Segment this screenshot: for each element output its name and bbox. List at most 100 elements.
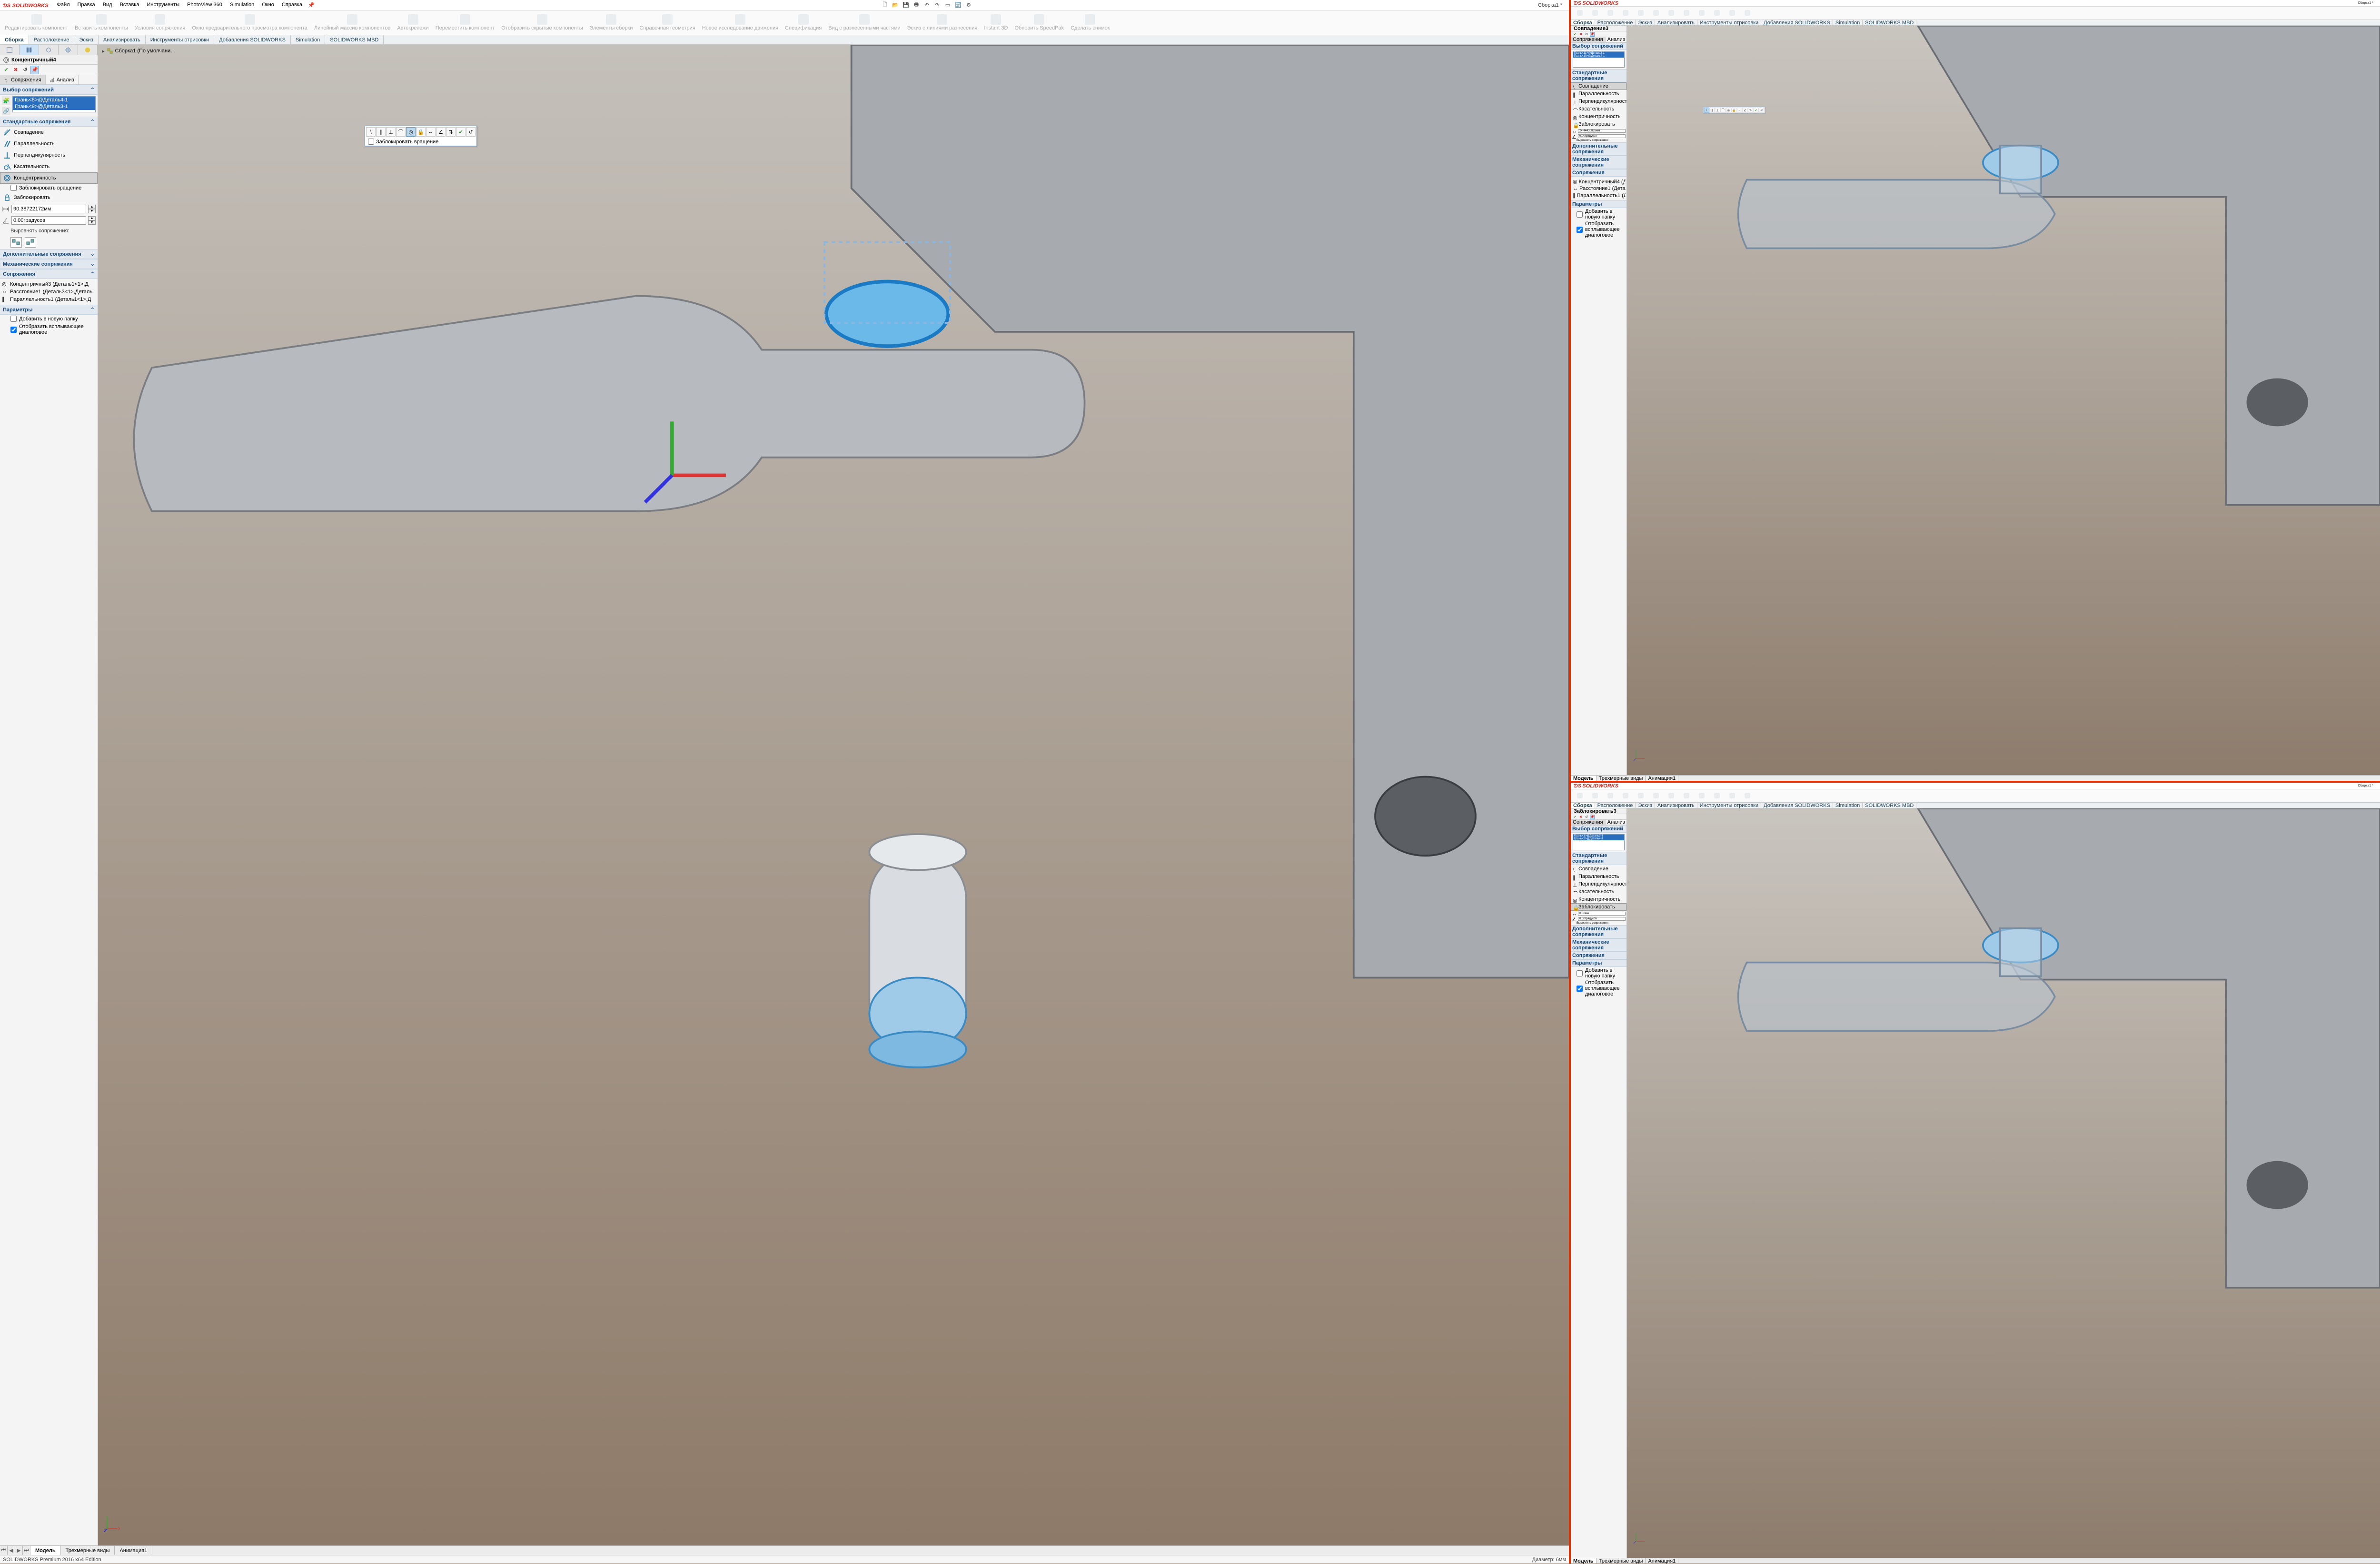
pushpin-button[interactable]: 📌 [30, 66, 39, 74]
sec-standard-mates[interactable]: Стандартные сопряжения⌃ [0, 117, 98, 127]
rb-speedpak[interactable]: Обновить SpeedPak [1012, 11, 1067, 34]
menu-file[interactable]: Файл [54, 1, 72, 10]
ok-button[interactable]: ✔ [2, 66, 10, 74]
sec-advanced-mates[interactable]: Дополнительные сопряжения⌄ [0, 249, 98, 259]
menu-simulation[interactable]: Simulation [227, 1, 257, 10]
distance-spinner[interactable]: ▲▼ [88, 205, 96, 213]
align-anti-button[interactable] [25, 237, 36, 248]
menu-window[interactable]: Окно [259, 1, 277, 10]
tree-mate-item[interactable]: ∥Параллельность1 (Деталь1<1>,Д [1, 296, 97, 303]
menu-photoview[interactable]: PhotoView 360 [184, 1, 225, 10]
view-triad-icon[interactable]: X Y Z [104, 1516, 120, 1532]
ctx-angle-icon[interactable]: ∠ [436, 127, 446, 137]
rb-assembly-features[interactable]: Элементы сборки [587, 11, 636, 34]
ctx-coincident-icon[interactable]: ⧹ [366, 127, 376, 137]
btab-motion[interactable]: Анимация1 [115, 1546, 152, 1555]
mate-perpendicular[interactable]: Перпендикулярность [0, 149, 98, 161]
mate-concentric[interactable]: Концентричность [0, 172, 98, 184]
ctx-parallel-icon[interactable]: ∥ [376, 127, 386, 137]
btab-3dviews[interactable]: Трехмерные виды [61, 1546, 115, 1555]
tab-feature-tree-icon[interactable] [0, 45, 20, 55]
tab-first-icon[interactable]: ⏮ [0, 1546, 8, 1555]
ctx-undo-icon[interactable]: ↺ [466, 127, 476, 137]
lock-rotation-checkbox[interactable]: Заблокировать вращение [0, 184, 98, 192]
ctx-concentric-icon[interactable]: ◎ [406, 127, 416, 137]
multi-mate-icon[interactable]: 🔗 [2, 107, 10, 115]
rb-linear-pattern[interactable]: Линейный массив компонентов [311, 11, 393, 34]
open-icon[interactable]: 📂 [891, 1, 900, 10]
tab-last-icon[interactable]: ⏭ [23, 1546, 30, 1555]
save-icon[interactable]: 💾 [902, 1, 910, 10]
menu-help[interactable]: Справка [279, 1, 305, 10]
menu-edit[interactable]: Правка [75, 1, 98, 10]
rb-show-hidden[interactable]: Отобразить скрытые компоненты [498, 11, 585, 34]
opt-newfolder[interactable]: Добавить в новую папку [0, 315, 98, 323]
tab-prev-icon[interactable]: ◀ [8, 1546, 15, 1555]
tab-assembly[interactable]: Сборка [0, 35, 29, 44]
sec-mate-selections[interactable]: Выбор сопряжений⌃ [0, 85, 98, 95]
selection-item[interactable]: Грань<8>@Деталь4-1 [13, 97, 95, 103]
rb-move-component[interactable]: Переместить компонент [433, 11, 497, 34]
tab-addins[interactable]: Добавления SOLIDWORKS [214, 35, 291, 44]
rb-motion-study[interactable]: Новое исследование движения [699, 11, 781, 34]
tree-mate-item[interactable]: ◎Концентричный3 (Деталь1<1>,Д [1, 280, 97, 288]
graphics-viewport[interactable]: ▸ Сборка1 (По умолчани… 🔍 ⧉ ↶ ◧ 🎲 ◻ 👁 🎨 … [98, 45, 1569, 1545]
rb-preview-window[interactable]: Окно предварительного просмотра компонен… [189, 11, 310, 34]
ctx-lock-icon[interactable]: 🔒 [416, 127, 426, 137]
rb-bom[interactable]: Спецификация [782, 11, 824, 34]
pin-menu-icon[interactable]: 📌 [307, 1, 316, 10]
rb-explode-sketch[interactable]: Эскиз с линиями разнесения [904, 11, 981, 34]
rb-edit-component[interactable]: Редактировать компонент [2, 11, 71, 34]
menu-view[interactable]: Вид [100, 1, 115, 10]
tree-mate-item[interactable]: ↔Расстояние1 (Деталь3<1>,Деталь [1, 288, 97, 296]
rb-instant3d[interactable]: Instant 3D [981, 11, 1011, 34]
new-doc-icon[interactable]: 🗋 [881, 1, 889, 10]
mate-lock[interactable]: Заблокировать [0, 192, 98, 203]
sec-mates-list[interactable]: Сопряжения⌃ [0, 269, 98, 279]
subtab-analysis[interactable]: Анализ [46, 75, 79, 84]
mate-parallel[interactable]: Параллельность [0, 138, 98, 149]
selection-item[interactable]: Грань<9>@Деталь3-1 [13, 103, 95, 110]
menu-insert[interactable]: Вставка [117, 1, 142, 10]
mate-tangent[interactable]: Касательность [0, 161, 98, 172]
tab-mbd[interactable]: SOLIDWORKS MBD [325, 35, 384, 44]
options-icon[interactable]: ⚙ [964, 1, 973, 10]
tab-simulation[interactable]: Simulation [291, 35, 325, 44]
print-icon[interactable]: 🖶 [912, 1, 921, 10]
rebuild-icon[interactable]: 🔄 [954, 1, 962, 10]
sec-parameters[interactable]: Параметры⌃ [0, 305, 98, 315]
tab-evaluate[interactable]: Анализировать [99, 35, 146, 44]
rb-snapshot[interactable]: Сделать снимок [1068, 11, 1112, 34]
menu-tools[interactable]: Инструменты [144, 1, 182, 10]
redo-icon[interactable]: ↷ [933, 1, 942, 10]
undo-icon[interactable]: ↶ [922, 1, 931, 10]
rb-mate[interactable]: Условия сопряжения [132, 11, 188, 34]
tab-render[interactable]: Инструменты отрисовки [146, 35, 214, 44]
ctx-ok-icon[interactable]: ✔ [456, 127, 466, 137]
btab-model[interactable]: Модель [30, 1546, 61, 1555]
rb-exploded-view[interactable]: Вид с разнесенными частями [825, 11, 903, 34]
select-icon[interactable]: ▭ [943, 1, 952, 10]
tab-config-icon[interactable] [39, 45, 59, 55]
opt-showpopup[interactable]: Отобразить всплывающее диалоговое [0, 323, 98, 336]
ctx-tangent-icon[interactable]: ⌒ [396, 127, 406, 137]
ctx-flip-icon[interactable]: ⇅ [446, 127, 456, 137]
tab-next-icon[interactable]: ▶ [15, 1546, 23, 1555]
rb-smart-fasteners[interactable]: Автокрепежи [394, 11, 431, 34]
entities-icon[interactable]: 🧩 [2, 96, 10, 105]
ctx-distance-icon[interactable]: ↔ [426, 127, 436, 137]
align-same-button[interactable] [10, 237, 22, 248]
property-scroll[interactable]: Выбор сопряжений⌃ 🧩 🔗 Грань<8>@Деталь4-1… [0, 85, 98, 1545]
subtab-mates[interactable]: Сопряжения [0, 75, 46, 84]
angle-spinner[interactable]: ▲▼ [88, 216, 96, 225]
tab-display-icon[interactable] [78, 45, 98, 55]
angle-input[interactable] [11, 216, 86, 225]
rb-ref-geometry[interactable]: Справочная геометрия [636, 11, 698, 34]
sec-mechanical-mates[interactable]: Механические сопряжения⌄ [0, 259, 98, 269]
cancel-button[interactable]: ✖ [11, 66, 20, 74]
tab-sketch[interactable]: Эскиз [74, 35, 98, 44]
redo-button[interactable]: ↺ [21, 66, 30, 74]
distance-input[interactable] [11, 205, 86, 213]
selection-list[interactable]: Грань<8>@Деталь4-1 Грань<9>@Деталь3-1 [12, 96, 96, 112]
tab-property-manager-icon[interactable] [20, 45, 39, 55]
